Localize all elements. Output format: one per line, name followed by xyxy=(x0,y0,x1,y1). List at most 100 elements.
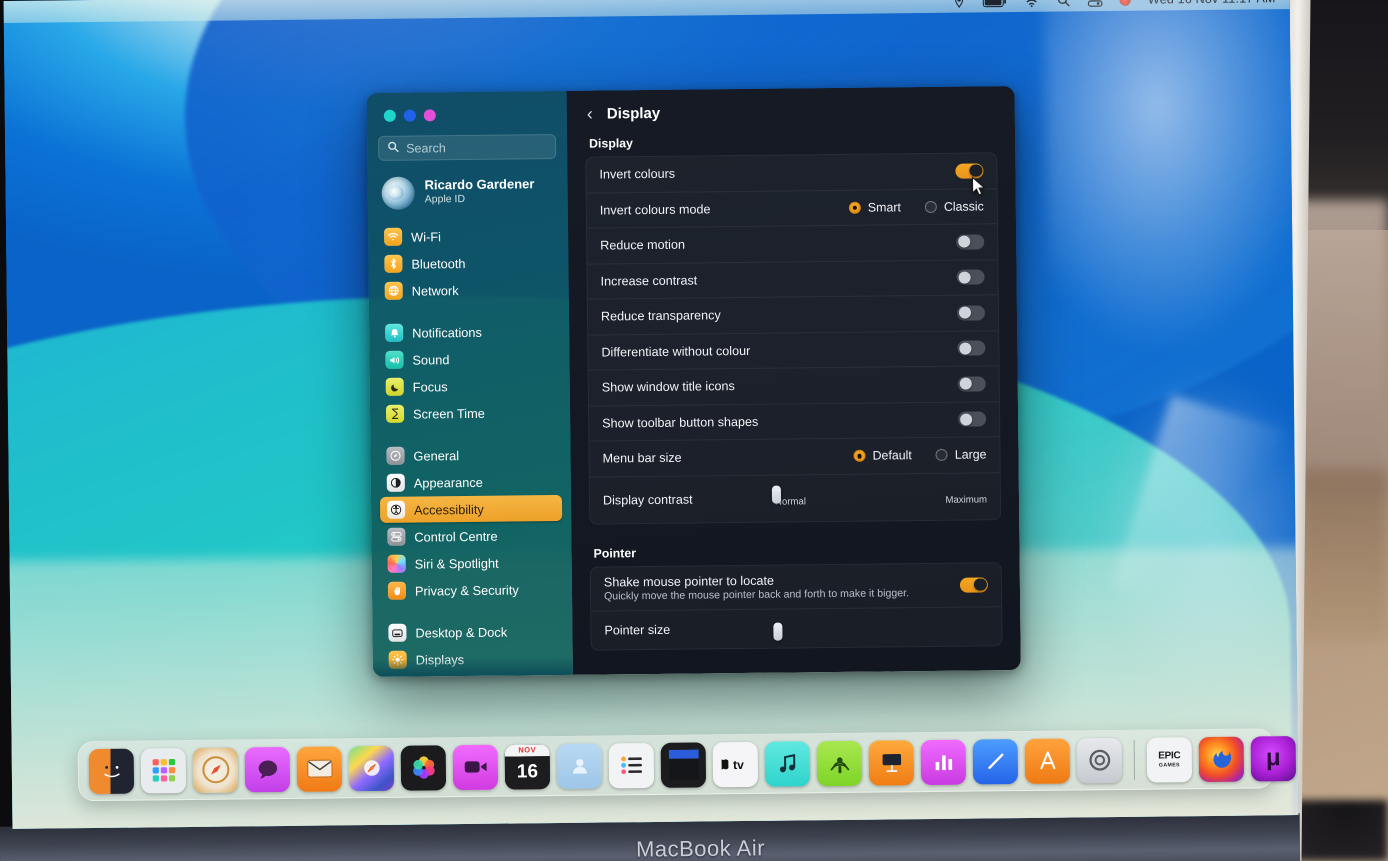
dock-item-notes[interactable] xyxy=(660,741,707,788)
utorrent-glyph: μ xyxy=(1265,744,1281,772)
dock-item-safari[interactable] xyxy=(192,746,239,793)
sidebar-item-desktop-and-dock[interactable]: Desktop & Dock xyxy=(381,618,563,646)
dock-separator-1 xyxy=(1133,739,1136,780)
sidebar-item-accessibility[interactable]: Accessibility xyxy=(379,494,563,523)
dock-item-apple-tv[interactable]: tv xyxy=(712,741,759,787)
dock-item-keynote[interactable] xyxy=(868,739,915,786)
screen-time-icon xyxy=(385,404,405,423)
row-show-window-title-icons[interactable]: Show window title icons xyxy=(588,366,999,407)
dock-item-finder[interactable] xyxy=(88,748,135,794)
row-pointer-size[interactable]: Pointer size xyxy=(591,607,1001,649)
dock-item-contacts[interactable] xyxy=(556,743,603,789)
sidebar-search[interactable] xyxy=(378,134,557,161)
sidebar-item-sound[interactable]: Sound xyxy=(378,345,560,373)
battery-icon[interactable] xyxy=(982,0,1007,8)
minimize-button[interactable] xyxy=(403,109,416,122)
sidebar-item-label: Control Centre xyxy=(414,528,498,545)
desktop-dock-icon xyxy=(388,623,407,642)
sidebar-item-privacy-and-security[interactable]: Privacy & Security xyxy=(381,576,563,604)
radio-classic[interactable]: Classic xyxy=(924,199,984,214)
row-label: Invert colours mode xyxy=(599,202,711,218)
focus-icon xyxy=(385,377,404,396)
row-menu-bar-size[interactable]: Menu bar size Default Large xyxy=(589,437,1000,478)
dock-item-utorrent[interactable]: μ xyxy=(1250,735,1297,782)
radio-default[interactable]: Default xyxy=(853,448,912,463)
dock-item-maps[interactable] xyxy=(348,745,395,791)
menu-bar-clock[interactable]: Wed 16 Nov 11:17 AM xyxy=(1148,0,1276,7)
row-label: Show window title icons xyxy=(601,379,735,395)
settings-main-panel: ‹ Display Display Invert colours Invert … xyxy=(566,86,1021,675)
differentiate-without-colour-toggle[interactable] xyxy=(957,340,986,356)
invert-colours-toggle[interactable] xyxy=(955,163,984,179)
show-window-title-icons-toggle[interactable] xyxy=(957,376,986,392)
dock-item-music[interactable] xyxy=(764,740,811,787)
row-label: Menu bar size xyxy=(602,450,682,466)
device-model-label: MacBook Air xyxy=(635,835,766,861)
row-display-contrast[interactable]: Display contrast Normal Maximum xyxy=(590,473,1000,523)
sidebar-item-label: Focus xyxy=(412,378,448,395)
dock-item-system-settings[interactable] xyxy=(1076,737,1123,783)
sidebar-item-screen-time[interactable]: Screen Time xyxy=(379,399,561,427)
shake-mouse-pointer-toggle[interactable] xyxy=(959,576,989,593)
reduce-transparency-toggle[interactable] xyxy=(956,305,986,321)
sidebar-item-general[interactable]: General xyxy=(379,441,561,469)
system-settings-window: Ricardo Gardener Apple ID Wi-Fi xyxy=(366,86,1021,678)
dock-item-calendar[interactable]: NOV 16 xyxy=(504,743,551,790)
row-reduce-motion[interactable]: Reduce motion xyxy=(587,224,998,265)
close-button[interactable] xyxy=(383,109,396,122)
wifi-icon[interactable] xyxy=(1024,0,1040,7)
epic-games-label: EPIC xyxy=(1158,749,1181,762)
dock-item-launchpad[interactable] xyxy=(140,747,187,794)
dock-item-podcasts[interactable] xyxy=(816,740,863,786)
search-input[interactable] xyxy=(406,139,548,156)
pointer-size-slider[interactable] xyxy=(773,622,988,641)
sidebar-item-label: Accessibility xyxy=(414,501,484,518)
dock-item-messages[interactable] xyxy=(244,746,291,792)
dock-item-numbers[interactable] xyxy=(920,739,967,785)
radio-label: Default xyxy=(872,448,912,463)
dock-item-mail[interactable] xyxy=(296,745,343,792)
show-toolbar-button-shapes-toggle[interactable] xyxy=(958,411,987,427)
row-shake-mouse-pointer[interactable]: Shake mouse pointer to locate Quickly mo… xyxy=(590,562,1002,612)
sidebar-item-appearance[interactable]: Appearance xyxy=(380,468,562,496)
dock-item-facetime[interactable] xyxy=(452,744,499,790)
increase-contrast-toggle[interactable] xyxy=(956,269,985,285)
dock-item-reminders[interactable] xyxy=(608,742,655,788)
dock-item-epic-games[interactable]: EPIC GAMES xyxy=(1146,736,1193,783)
row-increase-contrast[interactable]: Increase contrast xyxy=(587,259,998,300)
dock-item-pages[interactable] xyxy=(972,738,1019,785)
dock-item-app-store[interactable] xyxy=(1024,737,1071,784)
sidebar-item-siri-and-spotlight[interactable]: Siri & Spotlight xyxy=(381,549,563,577)
search-icon[interactable] xyxy=(1057,0,1071,8)
slider-knob[interactable] xyxy=(771,485,782,504)
row-invert-colours-mode[interactable]: Invert colours mode Smart Classic xyxy=(586,188,998,229)
control-centre-icon xyxy=(387,527,406,546)
row-invert-colours[interactable]: Invert colours xyxy=(586,153,997,194)
row-show-toolbar-button-shapes[interactable]: Show toolbar button shapes xyxy=(588,401,1000,442)
display-contrast-slider[interactable]: Normal Maximum xyxy=(771,485,987,508)
invert-colours-mode-radios: Smart Classic xyxy=(848,199,984,215)
reduce-motion-toggle[interactable] xyxy=(956,234,985,250)
sidebar-item-bluetooth[interactable]: Bluetooth xyxy=(377,249,559,277)
location-icon[interactable] xyxy=(953,0,966,9)
zoom-button[interactable] xyxy=(423,109,436,122)
main-header: ‹ Display xyxy=(567,86,1015,137)
control-centre-icon[interactable] xyxy=(1088,0,1103,7)
sidebar-item-wi-fi[interactable]: Wi-Fi xyxy=(377,222,559,250)
sidebar-item-displays[interactable]: Displays xyxy=(382,645,564,673)
slider-knob[interactable] xyxy=(773,622,783,641)
sidebar-item-control-centre[interactable]: Control Centre xyxy=(380,522,562,550)
sidebar-item-focus[interactable]: Focus xyxy=(379,372,561,400)
sidebar-item-network[interactable]: Network xyxy=(378,276,560,304)
row-differentiate-without-colour[interactable]: Differentiate without colour xyxy=(588,330,999,371)
back-button[interactable]: ‹ xyxy=(587,104,593,124)
row-reduce-transparency[interactable]: Reduce transparency xyxy=(587,295,999,336)
sidebar-item-notifications[interactable]: Notifications xyxy=(378,318,560,346)
sidebar-item-label: Appearance xyxy=(413,474,483,491)
radio-large[interactable]: Large xyxy=(935,448,987,463)
dock-item-photos[interactable] xyxy=(400,744,447,791)
apple-id-account-row[interactable]: Ricardo Gardener Apple ID xyxy=(381,172,556,213)
dock-item-firefox[interactable] xyxy=(1198,736,1245,782)
radio-smart[interactable]: Smart xyxy=(848,200,901,215)
svg-text:tv: tv xyxy=(732,758,743,772)
